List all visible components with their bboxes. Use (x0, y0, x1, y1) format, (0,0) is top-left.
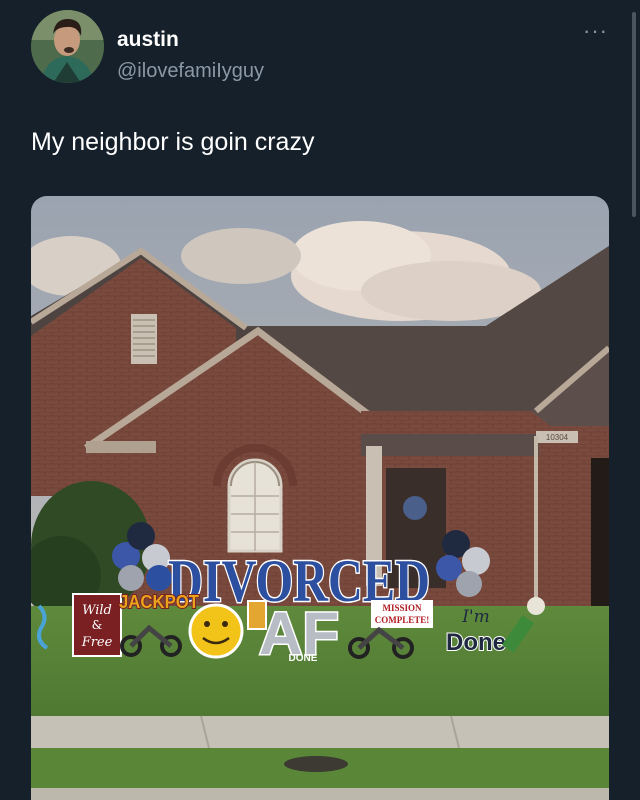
sign-mission: MISSION (382, 603, 422, 613)
tweet-header: austin @ilovefamiIyguy ··· (31, 10, 620, 85)
photo-image: 10304 DIVORCED AF Wild & Free JACKPOT MI… (31, 196, 609, 800)
more-options-icon[interactable]: ··· (583, 18, 608, 44)
sign-complete: COMPLETE! (375, 615, 430, 625)
avatar-image (31, 10, 104, 83)
sign-wild: Wild (82, 603, 112, 618)
avatar[interactable] (31, 10, 104, 83)
sign-wild-amp: & (92, 618, 103, 632)
tweet-text: My neighbor is goin crazy (31, 128, 315, 156)
display-name[interactable]: austin (117, 28, 179, 52)
sign-jackpot: JACKPOT (119, 592, 199, 612)
user-handle[interactable]: @ilovefamiIyguy (117, 60, 264, 83)
sign-free: Free (81, 635, 113, 650)
emoji-face (188, 603, 244, 659)
sign-im: I'm (461, 607, 490, 627)
scrollbar[interactable] (632, 12, 636, 217)
tweet-photo[interactable]: 10304 DIVORCED AF Wild & Free JACKPOT MI… (31, 196, 609, 800)
house-number: 10304 (546, 433, 569, 442)
sign-done-small: DONE (289, 653, 318, 664)
sign-done: Done (446, 629, 506, 656)
